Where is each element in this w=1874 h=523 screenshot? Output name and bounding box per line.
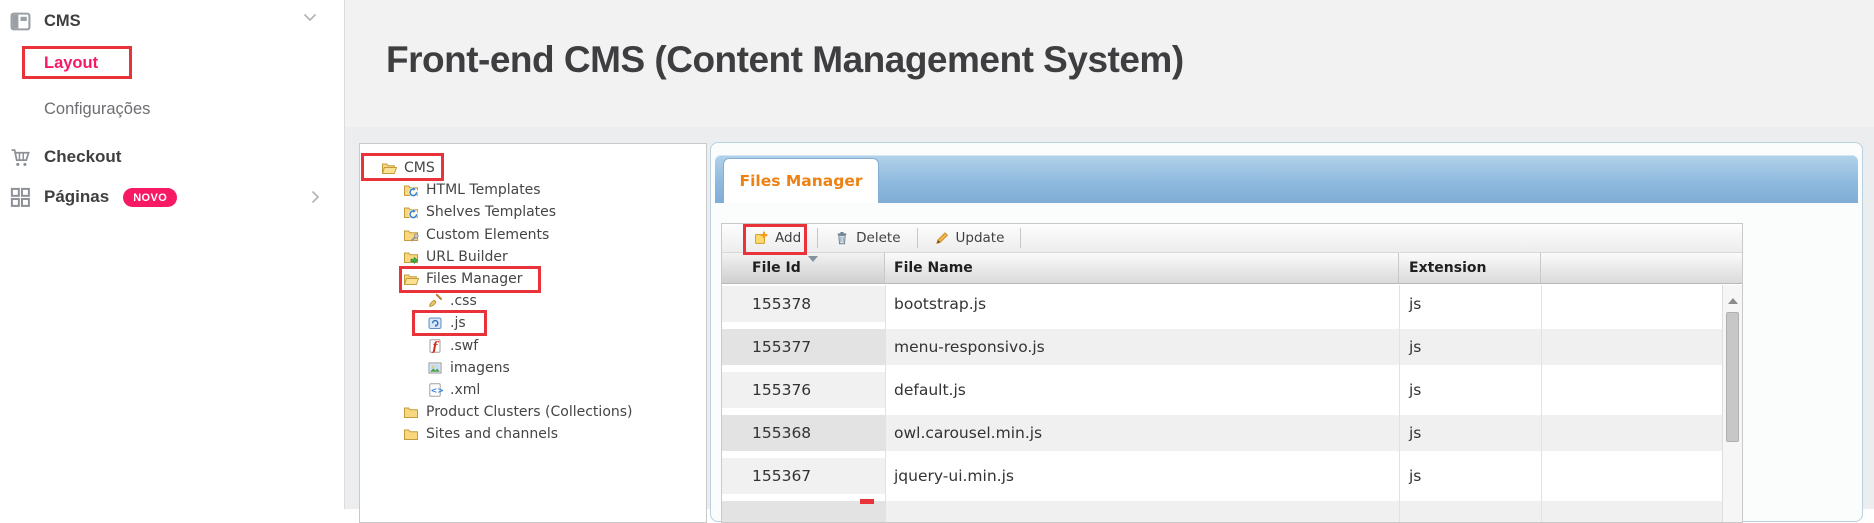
toolbar-separator [817, 228, 818, 248]
image-file-icon [427, 360, 443, 376]
sidebar-item-label: CMS [44, 12, 81, 31]
script-file-icon [427, 315, 443, 331]
column-divider [1399, 285, 1400, 522]
tree-item-css[interactable]: .css [360, 290, 706, 312]
grid-icon [10, 187, 31, 208]
tree-item-url-builder[interactable]: URL Builder [360, 246, 706, 268]
flash-file-icon [427, 338, 443, 354]
file-id-cell: 155377 [722, 329, 885, 365]
sidebar-item-label: Checkout [44, 147, 121, 167]
file-id-cell: 155376 [722, 372, 885, 408]
column-header-file-id[interactable]: File Id [722, 253, 885, 283]
brush-file-icon [427, 293, 443, 309]
folder-icon [403, 404, 419, 420]
folder-wrench-icon [403, 227, 419, 243]
delete-button[interactable]: Delete [825, 228, 909, 248]
sidebar-item-label: Layout [44, 54, 98, 73]
extension-cell: js [1399, 286, 1541, 322]
file-id-cell: 155378 [722, 286, 885, 322]
pencil-icon [934, 230, 950, 246]
tree-item-custom-elements[interactable]: Custom Elements [360, 224, 706, 246]
tab-files-manager[interactable]: Files Manager [723, 158, 879, 203]
folder-sync-icon [403, 204, 419, 220]
table-row[interactable]: 155368 owl.carousel.min.js js [722, 415, 1742, 451]
tab-bar: Files Manager [715, 155, 1858, 203]
file-name-cell: menu-responsivo.js [885, 329, 1399, 365]
open-folder-icon [403, 271, 419, 287]
datagrid-toolbar: Add Delete Update [722, 224, 1742, 253]
files-manager-panel: Files Manager Add Delete [710, 142, 1863, 522]
table-row[interactable]: 155377 menu-responsivo.js js [722, 329, 1742, 365]
column-divider [885, 285, 886, 522]
folder-sync-icon [403, 182, 419, 198]
file-name-cell: jquery-ui.min.js [885, 458, 1399, 494]
toolbar-separator [1020, 228, 1021, 248]
tree-item-shelves-templates[interactable]: Shelves Templates [360, 201, 706, 223]
tree-item-xml[interactable]: .xml [360, 379, 706, 401]
column-divider [1541, 285, 1542, 522]
column-header-filler [1541, 253, 1742, 283]
open-folder-icon [381, 160, 397, 176]
file-name-cell: bootstrap.js [885, 286, 1399, 322]
tree-item-swf[interactable]: .swf [360, 335, 706, 357]
toolbar-separator [917, 228, 918, 248]
tree-item-imagens[interactable]: imagens [360, 357, 706, 379]
tree-item-product-clusters[interactable]: Product Clusters (Collections) [360, 401, 706, 423]
trash-icon [834, 230, 850, 246]
table-row[interactable]: 155378 bootstrap.js js [722, 286, 1742, 322]
file-id-cell: 155368 [722, 415, 885, 451]
update-button[interactable]: Update [925, 228, 1014, 248]
extension-cell: js [1399, 458, 1541, 494]
xml-file-icon [427, 382, 443, 398]
folder-icon [403, 426, 419, 442]
column-header-file-name[interactable]: File Name [885, 253, 1399, 283]
extension-cell: js [1399, 415, 1541, 451]
file-name-cell: owl.carousel.min.js [885, 415, 1399, 451]
tree-item-sites-and-channels[interactable]: Sites and channels [360, 423, 706, 445]
annotation-red-dash [860, 499, 874, 504]
files-datagrid: Add Delete Update [721, 223, 1743, 523]
folder-tree-panel: CMS HTML Templates Shelves Templates Cus… [359, 143, 707, 523]
add-icon [753, 230, 769, 246]
sidebar-item-label: Páginas [44, 187, 109, 207]
table-row[interactable]: 155376 default.js js [722, 372, 1742, 408]
table-body: 155378 bootstrap.js js 155377 menu-respo… [722, 284, 1742, 523]
vertical-scrollbar[interactable] [1722, 285, 1742, 522]
sort-desc-icon [808, 256, 818, 262]
scroll-up-arrow[interactable] [1728, 298, 1738, 304]
cart-icon [10, 147, 31, 168]
extension-cell: js [1399, 372, 1541, 408]
chevron-right-icon[interactable] [311, 190, 320, 204]
scrollbar-thumb[interactable] [1726, 312, 1739, 442]
file-id-cell: 155367 [722, 458, 885, 494]
sidebar: CMS Layout Configurações Checkout Página… [0, 0, 345, 509]
tree-item-js[interactable]: .js [360, 312, 706, 334]
folder-tree: CMS HTML Templates Shelves Templates Cus… [360, 144, 706, 445]
page-title: Front-end CMS (Content Management System… [386, 38, 1184, 82]
tree-item-files-manager[interactable]: Files Manager [360, 268, 706, 290]
extension-cell: js [1399, 329, 1541, 365]
folder-go-icon [403, 249, 419, 265]
column-header-extension[interactable]: Extension [1399, 253, 1541, 283]
file-name-cell: default.js [885, 372, 1399, 408]
table-row[interactable]: 155367 jquery-ui.min.js js [722, 458, 1742, 494]
table-row-partial [722, 501, 1742, 523]
layout-icon [10, 11, 31, 32]
add-button[interactable]: Add [744, 228, 810, 248]
tree-item-cms[interactable]: CMS [360, 157, 706, 179]
table-header: File Id File Name Extension [722, 253, 1742, 284]
novo-badge: NOVO [123, 188, 177, 207]
tree-item-html-templates[interactable]: HTML Templates [360, 179, 706, 201]
chevron-down-icon[interactable] [303, 13, 317, 22]
sidebar-item-label: Configurações [44, 100, 150, 119]
